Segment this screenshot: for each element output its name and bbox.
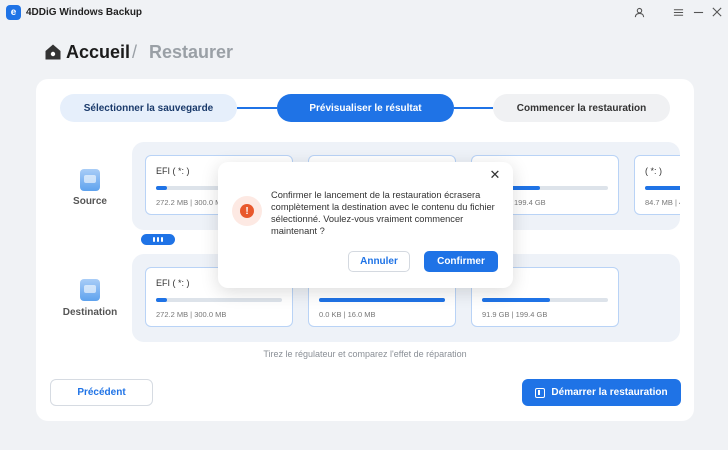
disk-name: EFI ( *: ) (156, 278, 190, 288)
disk-usage-bar (156, 298, 282, 302)
dialog-message: Confirmer le lancement de la restauratio… (271, 190, 495, 236)
step-select-backup[interactable]: Sélectionner la sauvegarde (60, 94, 237, 122)
disk-usage-fill (156, 186, 168, 190)
source-label: Source (73, 196, 107, 207)
disk-usage-fill (319, 298, 445, 302)
disk-size: 272.2 MB | 300.0 MB (156, 198, 227, 207)
title-bar: e 4DDiG Windows Backup (0, 0, 728, 26)
menu-icon[interactable] (670, 4, 686, 20)
breadcrumb-current: Restaurer (149, 42, 234, 62)
disk-usage-bar (319, 298, 445, 302)
start-restore-label: Démarrer la restauration (551, 387, 668, 398)
restore-icon (535, 387, 546, 398)
disk-size: 199.4 GB (514, 198, 546, 207)
disk-name: ( *: ) (645, 166, 662, 176)
step-connector (454, 107, 493, 109)
disk-usage-fill (482, 298, 551, 302)
close-icon[interactable] (709, 4, 725, 20)
confirm-restore-dialog: ✕ ! Confirmer le lancement de la restaur… (218, 162, 513, 288)
disk-usage-fill (645, 186, 680, 190)
cancel-button[interactable]: Annuler (348, 251, 410, 272)
slider-hint: Tirez le régulateur et comparez l'effet … (263, 349, 467, 359)
home-icon[interactable] (44, 43, 62, 61)
step-preview-result[interactable]: Prévisualiser le résultat (277, 94, 454, 122)
dialog-close-icon[interactable]: ✕ (488, 167, 502, 182)
user-icon[interactable] (631, 4, 647, 20)
app-logo-icon: e (6, 5, 21, 20)
grip-line (153, 237, 155, 242)
destination-drive-icon (80, 279, 100, 301)
confirm-button[interactable]: Confirmer (424, 251, 498, 272)
warning-glyph: ! (240, 204, 254, 218)
breadcrumb-home[interactable]: Accueil (66, 42, 130, 63)
disk-size: 0.0 KB | 16.0 MB (319, 310, 376, 319)
grip-line (161, 237, 163, 242)
destination-label: Destination (62, 307, 118, 318)
warning-icon: ! (232, 196, 262, 226)
source-disk-card[interactable]: ( *: ) 84.7 MB | 4 (634, 155, 680, 215)
step-connector (237, 107, 277, 109)
start-restore-button[interactable]: Démarrer la restauration (522, 379, 681, 406)
disk-usage-bar (645, 186, 680, 190)
previous-button[interactable]: Précédent (50, 379, 153, 406)
minimize-icon[interactable] (690, 4, 706, 20)
compare-slider-handle[interactable] (141, 234, 175, 245)
disk-size: 84.7 MB | 4 (645, 198, 680, 207)
disk-size: 91.9 GB | 199.4 GB (482, 310, 548, 319)
disk-size: 272.2 MB | 300.0 MB (156, 310, 227, 319)
breadcrumb-separator: / (132, 42, 138, 62)
source-drive-icon (80, 169, 100, 191)
grip-line (157, 237, 159, 242)
disk-name: EFI ( *: ) (156, 166, 190, 176)
step-start-restore[interactable]: Commencer la restauration (493, 94, 670, 122)
app-title: 4DDiG Windows Backup (26, 7, 143, 18)
disk-usage-bar (482, 298, 608, 302)
disk-usage-fill (156, 298, 168, 302)
